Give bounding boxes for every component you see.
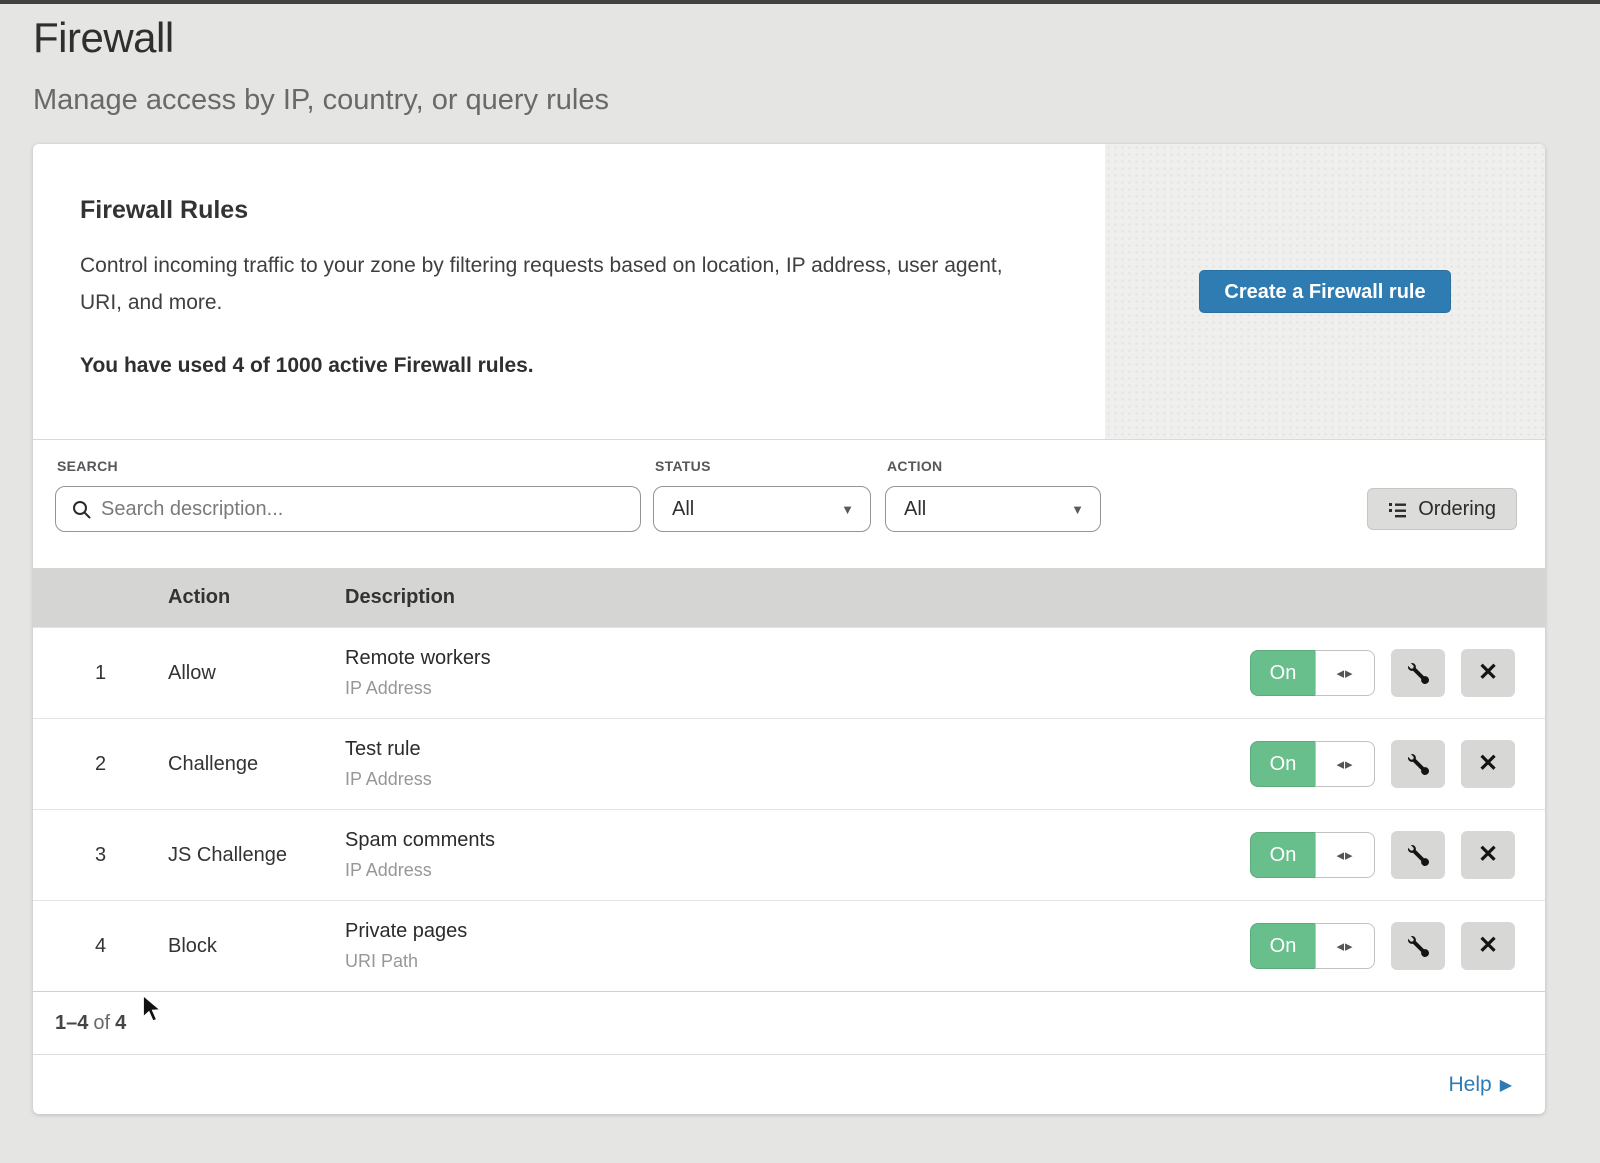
rule-description-cell: Private pages URI Path	[345, 920, 1250, 972]
rule-priority: 2	[33, 753, 168, 776]
table-row: 2 Challenge Test rule IP Address On ◂▸ ✕	[33, 718, 1545, 809]
rule-action: Block	[168, 935, 345, 958]
rules-description: Control incoming traffic to your zone by…	[80, 247, 1030, 321]
edit-rule-button[interactable]	[1391, 831, 1445, 879]
action-select-value: All	[904, 498, 926, 521]
action-select[interactable]: All ▼	[885, 486, 1101, 532]
rule-controls: On ◂▸ ✕	[1250, 831, 1545, 879]
close-icon: ✕	[1478, 752, 1498, 776]
rule-action: Challenge	[168, 753, 345, 776]
help-link[interactable]: Help ▶	[1448, 1073, 1512, 1097]
rule-description: Spam comments	[345, 829, 1250, 852]
rule-enabled-toggle[interactable]: On ◂▸	[1250, 741, 1375, 787]
pagination-range: 1–4	[55, 1012, 88, 1035]
rules-intro-text: Firewall Rules Control incoming traffic …	[33, 144, 1105, 439]
rule-controls: On ◂▸ ✕	[1250, 922, 1545, 970]
toggle-arrows-icon: ◂▸	[1315, 832, 1375, 878]
rule-priority: 3	[33, 844, 168, 867]
filters-bar: SEARCH STATUS All ▼ ACTION All ▼	[33, 440, 1545, 568]
help-link-label: Help	[1448, 1073, 1491, 1097]
rule-description-cell: Test rule IP Address	[345, 738, 1250, 790]
search-label: SEARCH	[57, 458, 653, 474]
status-filter-group: STATUS All ▼	[653, 458, 885, 532]
edit-rule-button[interactable]	[1391, 649, 1445, 697]
rule-enabled-toggle[interactable]: On ◂▸	[1250, 650, 1375, 696]
delete-rule-button[interactable]: ✕	[1461, 922, 1515, 970]
toggle-on-state: On	[1250, 650, 1315, 696]
delete-rule-button[interactable]: ✕	[1461, 649, 1515, 697]
search-box[interactable]	[55, 486, 641, 532]
toggle-on-state: On	[1250, 741, 1315, 787]
table-row: 1 Allow Remote workers IP Address On ◂▸ …	[33, 627, 1545, 718]
ordered-list-icon	[1388, 500, 1407, 519]
rules-intro-section: Firewall Rules Control incoming traffic …	[33, 144, 1545, 440]
action-label: ACTION	[887, 458, 1101, 474]
pagination-total: 4	[115, 1012, 126, 1035]
firewall-rules-card: Firewall Rules Control incoming traffic …	[33, 144, 1545, 1114]
wrench-icon	[1408, 754, 1429, 775]
toggle-arrows-icon: ◂▸	[1315, 923, 1375, 969]
status-select[interactable]: All ▼	[653, 486, 871, 532]
rule-enabled-toggle[interactable]: On ◂▸	[1250, 923, 1375, 969]
rules-heading: Firewall Rules	[80, 196, 1045, 225]
page-title: Firewall	[33, 14, 1567, 62]
rule-action: JS Challenge	[168, 844, 345, 867]
rule-action: Allow	[168, 662, 345, 685]
pagination-of-label: of	[93, 1012, 110, 1035]
toggle-arrows-icon: ◂▸	[1315, 650, 1375, 696]
close-icon: ✕	[1478, 934, 1498, 958]
rule-priority: 4	[33, 935, 168, 958]
rule-match-type: IP Address	[345, 860, 1250, 881]
rule-description: Remote workers	[345, 647, 1250, 670]
close-icon: ✕	[1478, 843, 1498, 867]
ordering-button-label: Ordering	[1418, 498, 1496, 521]
rule-description: Private pages	[345, 920, 1250, 943]
search-filter-group: SEARCH	[55, 458, 653, 532]
delete-rule-button[interactable]: ✕	[1461, 831, 1515, 879]
table-row: 4 Block Private pages URI Path On ◂▸ ✕	[33, 900, 1545, 991]
edit-rule-button[interactable]	[1391, 922, 1445, 970]
wrench-icon	[1408, 663, 1429, 684]
search-input[interactable]	[101, 498, 626, 521]
rules-usage-note: You have used 4 of 1000 active Firewall …	[80, 354, 1045, 378]
rule-description: Test rule	[345, 738, 1250, 761]
wrench-icon	[1408, 936, 1429, 957]
chevron-down-icon: ▼	[841, 502, 854, 517]
description-column-header: Description	[345, 586, 1545, 609]
rule-priority: 1	[33, 662, 168, 685]
rule-match-type: IP Address	[345, 769, 1250, 790]
create-rule-panel: Create a Firewall rule	[1105, 144, 1545, 439]
toggle-arrows-icon: ◂▸	[1315, 741, 1375, 787]
status-label: STATUS	[655, 458, 885, 474]
action-filter-group: ACTION All ▼	[885, 458, 1101, 532]
rule-description-cell: Spam comments IP Address	[345, 829, 1250, 881]
page-header: Firewall Manage access by IP, country, o…	[0, 4, 1600, 117]
rule-controls: On ◂▸ ✕	[1250, 740, 1545, 788]
chevron-down-icon: ▼	[1071, 502, 1084, 517]
table-row: 3 JS Challenge Spam comments IP Address …	[33, 809, 1545, 900]
pagination: 1–4 of 4	[33, 991, 1545, 1054]
delete-rule-button[interactable]: ✕	[1461, 740, 1515, 788]
toggle-on-state: On	[1250, 923, 1315, 969]
page-subtitle: Manage access by IP, country, or query r…	[33, 84, 1567, 117]
create-firewall-rule-button[interactable]: Create a Firewall rule	[1199, 270, 1450, 313]
search-icon	[72, 500, 91, 519]
status-select-value: All	[672, 498, 694, 521]
toggle-on-state: On	[1250, 832, 1315, 878]
arrow-right-icon: ▶	[1500, 1075, 1512, 1095]
rule-match-type: IP Address	[345, 678, 1250, 699]
rule-description-cell: Remote workers IP Address	[345, 647, 1250, 699]
rule-enabled-toggle[interactable]: On ◂▸	[1250, 832, 1375, 878]
rule-controls: On ◂▸ ✕	[1250, 649, 1545, 697]
rule-match-type: URI Path	[345, 951, 1250, 972]
wrench-icon	[1408, 845, 1429, 866]
close-icon: ✕	[1478, 661, 1498, 685]
edit-rule-button[interactable]	[1391, 740, 1445, 788]
help-row: Help ▶	[33, 1054, 1545, 1114]
action-column-header: Action	[168, 586, 345, 609]
table-header: Action Description	[33, 568, 1545, 627]
ordering-button[interactable]: Ordering	[1367, 488, 1517, 530]
